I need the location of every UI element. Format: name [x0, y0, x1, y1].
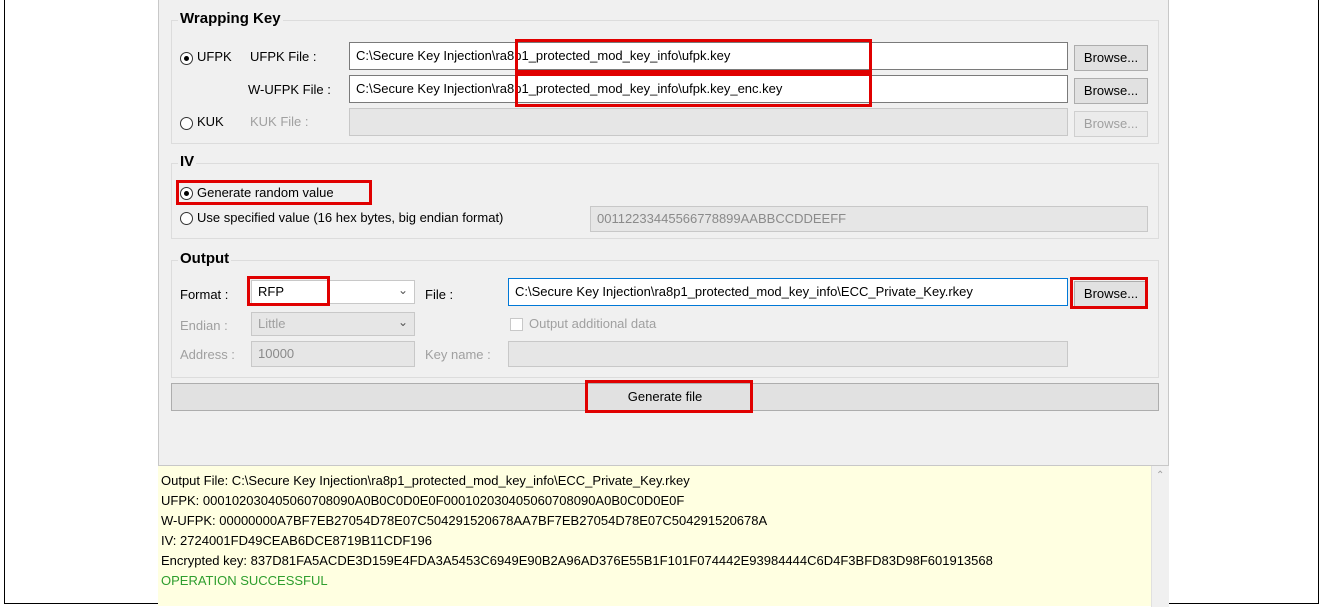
- output-file-label: File :: [425, 287, 454, 302]
- chevron-down-icon: ⌄: [397, 283, 408, 297]
- iv-specified-input[interactable]: 00112233445566778899AABBCCDDEEFF: [590, 206, 1148, 232]
- log-scrollbar[interactable]: ⌃: [1151, 466, 1169, 607]
- generate-file-label: Generate file: [627, 389, 703, 404]
- address-input[interactable]: 10000: [251, 341, 415, 367]
- log-line: W-UFPK: 00000000A7BF7EB27054D78E07C50429…: [161, 513, 768, 528]
- wrapping-key-title: Wrapping Key: [178, 10, 283, 27]
- endian-value: Little: [258, 316, 286, 331]
- wufpk-file-label: W-UFPK File :: [248, 82, 331, 97]
- format-value: RFP: [258, 284, 284, 299]
- chevron-up-icon[interactable]: ⌃: [1156, 470, 1164, 481]
- generate-file-button[interactable]: Generate file: [171, 383, 1159, 411]
- endian-label: Endian :: [180, 318, 228, 333]
- ufpk-browse-button[interactable]: Browse...: [1074, 45, 1148, 71]
- additional-data-checkbox[interactable]: [510, 318, 523, 331]
- output-log[interactable]: Output File: C:\Secure Key Injection\ra8…: [158, 465, 1169, 607]
- iv-title: IV: [178, 153, 197, 170]
- log-line: Encrypted key: 837D81FA5ACDE3D159E4FDA3A…: [161, 553, 993, 568]
- key-name-input[interactable]: [508, 341, 1068, 367]
- kuk-file-input[interactable]: [349, 108, 1068, 136]
- kuk-file-label: KUK File :: [250, 114, 309, 129]
- key-name-label: Key name :: [425, 347, 491, 362]
- log-status: OPERATION SUCCESSFUL: [161, 573, 328, 588]
- ufpk-file-label: UFPK File :: [250, 49, 317, 64]
- wufpk-browse-button[interactable]: Browse...: [1074, 78, 1148, 104]
- output-file-input[interactable]: C:\Secure Key Injection\ra8p1_protected_…: [508, 278, 1068, 306]
- kuk-radio-label[interactable]: KUK: [197, 114, 224, 129]
- generate-random-label[interactable]: Generate random value: [197, 185, 334, 200]
- output-browse-button[interactable]: Browse...: [1074, 281, 1148, 307]
- log-line: Output File: C:\Secure Key Injection\ra8…: [161, 473, 690, 488]
- kuk-radio[interactable]: [180, 117, 193, 130]
- ufpk-file-input[interactable]: C:\Secure Key Injection\ra8p1_protected_…: [349, 42, 1068, 70]
- address-label: Address :: [180, 347, 235, 362]
- use-specified-label[interactable]: Use specified value (16 hex bytes, big e…: [197, 210, 503, 225]
- format-label: Format :: [180, 287, 229, 302]
- additional-data-label: Output additional data: [529, 316, 657, 331]
- format-select[interactable]: RFP ⌄: [251, 280, 415, 304]
- output-title: Output: [178, 250, 232, 267]
- ufpk-radio-label[interactable]: UFPK: [197, 49, 232, 64]
- log-line: UFPK: 000102030405060708090A0B0C0D0E0F00…: [161, 493, 685, 508]
- generate-random-radio[interactable]: [180, 187, 193, 200]
- kuk-browse-button[interactable]: Browse...: [1074, 111, 1148, 137]
- use-specified-radio[interactable]: [180, 212, 193, 225]
- wufpk-file-input[interactable]: C:\Secure Key Injection\ra8p1_protected_…: [349, 75, 1068, 103]
- chevron-down-icon: ⌄: [397, 315, 408, 329]
- endian-select[interactable]: Little ⌄: [251, 312, 415, 336]
- log-line: IV: 2724001FD49CEAB6DCE8719B11CDF196: [161, 533, 432, 548]
- ufpk-radio[interactable]: [180, 52, 193, 65]
